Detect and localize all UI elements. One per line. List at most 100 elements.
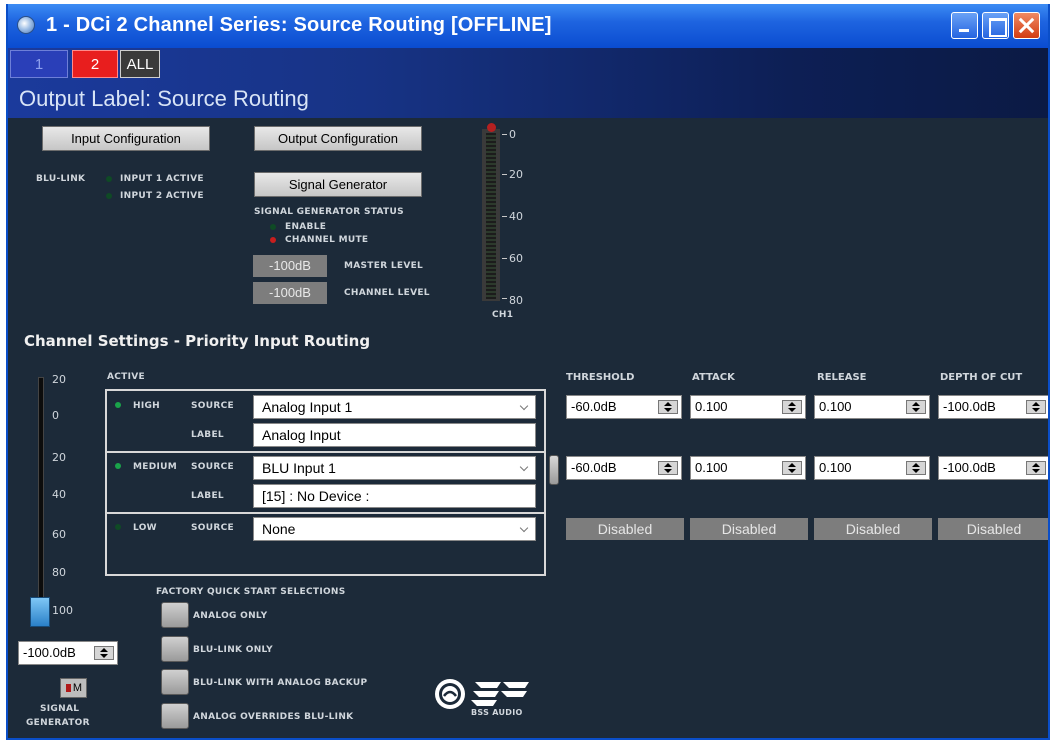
low-active-led-icon: [115, 524, 121, 530]
fader-value-stepper[interactable]: -100.0dB: [18, 641, 118, 665]
medium-source-value: BLU Input 1: [262, 460, 336, 476]
release-3-disabled: Disabled: [814, 518, 932, 540]
threshold-1-stepper[interactable]: -60.0dB: [566, 395, 682, 419]
output-label: Output Label: Source Routing: [19, 86, 309, 111]
attack-2-value: 0.100: [695, 460, 728, 475]
mute-button[interactable]: M: [60, 678, 87, 698]
medium-source-select[interactable]: BLU Input 1: [253, 456, 536, 480]
attack-header: ATTACK: [692, 372, 735, 383]
output-configuration-button[interactable]: Output Configuration: [254, 126, 422, 151]
stepper-arrows-icon[interactable]: [1026, 461, 1046, 475]
release-1-stepper[interactable]: 0.100: [814, 395, 930, 419]
label-label: LABEL: [191, 491, 224, 501]
meter-tick: [502, 258, 507, 259]
chevron-down-icon: [519, 401, 529, 411]
channel-level-label: CHANNEL LEVEL: [344, 288, 430, 298]
tab-channel-1[interactable]: 1: [10, 50, 68, 78]
tab-all[interactable]: ALL: [120, 50, 160, 78]
row-divider: [107, 451, 544, 453]
threshold-3-disabled: Disabled: [566, 518, 684, 540]
high-label-field[interactable]: Analog Input: [253, 423, 536, 447]
clip-led-icon: [487, 123, 496, 132]
signal-generator-fader-track[interactable]: [38, 377, 44, 607]
source-label: SOURCE: [191, 523, 234, 533]
input-configuration-button[interactable]: Input Configuration: [42, 126, 210, 151]
depth-2-value: -100.0dB: [943, 460, 996, 475]
source-label: SOURCE: [191, 462, 234, 472]
minimize-button[interactable]: [951, 12, 978, 39]
input1-led-icon: [106, 176, 112, 182]
channel-level-value[interactable]: -100dB: [253, 282, 327, 304]
ch1-level-meter: [482, 123, 500, 301]
stepper-arrows-icon[interactable]: [658, 461, 678, 475]
fader-tick-label: 80: [52, 566, 66, 579]
input1-active-label: INPUT 1 ACTIVE: [120, 174, 204, 184]
enable-led-icon: [270, 224, 276, 230]
source-label: SOURCE: [191, 401, 234, 411]
meter-tick: [502, 298, 507, 299]
enable-label: ENABLE: [285, 222, 327, 232]
label-label: LABEL: [191, 430, 224, 440]
release-2-stepper[interactable]: 0.100: [814, 456, 930, 480]
fader-tick-label: 20: [52, 373, 66, 386]
input2-led-icon: [106, 193, 112, 199]
high-active-led-icon: [115, 402, 121, 408]
meter-tick: [502, 216, 507, 217]
depth-1-stepper[interactable]: -100.0dB: [938, 395, 1048, 419]
active-header: ACTIVE: [107, 372, 145, 382]
meter-tick-label: 0: [509, 128, 516, 141]
signal-generator-button[interactable]: Signal Generator: [254, 172, 422, 197]
threshold-1-value: -60.0dB: [571, 399, 617, 414]
blulink-with-analog-backup-button[interactable]: [161, 669, 189, 695]
channel-mute-label: CHANNEL MUTE: [285, 235, 369, 245]
quickstart-title: FACTORY QUICK START SELECTIONS: [156, 587, 346, 597]
meter-tick-label: 60: [509, 252, 523, 265]
fader-tick-label: 40: [52, 488, 66, 501]
analog-only-button[interactable]: [161, 602, 189, 628]
meter-tick: [502, 134, 507, 135]
priority-high-label: HIGH: [133, 401, 161, 411]
fader-handle[interactable]: [30, 597, 50, 627]
signal-generator-caption: SIGNAL: [40, 704, 80, 714]
row-divider: [107, 512, 544, 514]
attack-1-stepper[interactable]: 0.100: [690, 395, 806, 419]
threshold-2-stepper[interactable]: -60.0dB: [566, 456, 682, 480]
depth-of-cut-header: DEPTH OF CUT: [940, 372, 1023, 383]
high-source-value: Analog Input 1: [262, 399, 353, 415]
release-1-value: 0.100: [819, 399, 852, 414]
mute-button-label: M: [72, 682, 83, 694]
title-bar[interactable]: 1 - DCi 2 Channel Series: Source Routing…: [8, 4, 1048, 48]
low-source-select[interactable]: None: [253, 517, 536, 541]
medium-label-field[interactable]: [15] : No Device :: [253, 484, 536, 508]
fader-tick-label: 100: [52, 604, 73, 617]
analog-only-label: ANALOG ONLY: [193, 611, 268, 621]
meter-tick: [502, 174, 507, 175]
threshold-2-value: -60.0dB: [571, 460, 617, 475]
high-source-select[interactable]: Analog Input 1: [253, 395, 536, 419]
meter-tick-label: 20: [509, 168, 523, 181]
stepper-arrows-icon[interactable]: [782, 461, 802, 475]
maximize-button[interactable]: [982, 12, 1009, 39]
master-level-value[interactable]: -100dB: [253, 255, 327, 277]
fader-tick-label: 60: [52, 528, 66, 541]
stepper-arrows-icon[interactable]: [782, 400, 802, 414]
depth-2-stepper[interactable]: -100.0dB: [938, 456, 1048, 480]
depth-1-value: -100.0dB: [943, 399, 996, 414]
stepper-arrows-icon[interactable]: [1026, 400, 1046, 414]
stepper-arrows-icon[interactable]: [906, 461, 926, 475]
app-window: 1 - DCi 2 Channel Series: Source Routing…: [6, 4, 1050, 740]
blulink-only-button[interactable]: [161, 636, 189, 662]
meter-channel-label: CH1: [492, 310, 514, 320]
fader-tick-label: 0: [52, 409, 59, 422]
stepper-arrows-icon[interactable]: [94, 646, 114, 660]
close-button[interactable]: [1013, 12, 1040, 39]
tab-channel-2[interactable]: 2: [72, 50, 118, 78]
priority-toggle-button[interactable]: [549, 455, 559, 485]
bss-audio-text: BSS AUDIO: [471, 708, 523, 717]
analog-overrides-blulink-button[interactable]: [161, 703, 189, 729]
chevron-down-icon: [519, 523, 529, 533]
stepper-arrows-icon[interactable]: [658, 400, 678, 414]
release-header: RELEASE: [817, 372, 867, 383]
stepper-arrows-icon[interactable]: [906, 400, 926, 414]
attack-2-stepper[interactable]: 0.100: [690, 456, 806, 480]
